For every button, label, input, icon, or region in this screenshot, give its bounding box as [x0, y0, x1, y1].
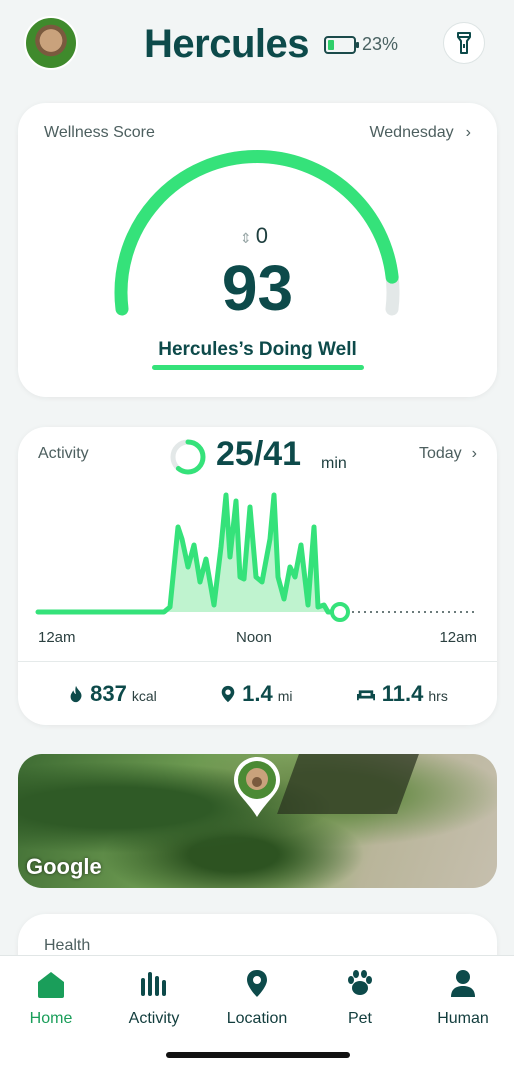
tab-activity-label: Activity [128, 1010, 180, 1027]
pet-avatar[interactable] [24, 16, 78, 70]
tick-start: 12am [38, 629, 76, 646]
tick-noon: Noon [236, 629, 272, 646]
flashlight-icon [457, 32, 471, 54]
up-down-arrow-icon: ⇕ [240, 230, 252, 246]
tab-activity[interactable]: Activity [104, 966, 204, 1028]
tab-location-label: Location [226, 1010, 288, 1027]
paw-icon [348, 970, 372, 995]
tab-pet[interactable]: Pet [310, 966, 410, 1028]
person-icon [451, 970, 475, 997]
header: Hercules 23% [0, 0, 514, 90]
distance-unit: mi [277, 688, 293, 704]
battery-status: 23% [324, 34, 398, 55]
home-icon [38, 972, 64, 998]
health-label: Health [44, 937, 91, 954]
score-change: ⇕ 0 [240, 223, 268, 249]
activity-bars-icon [141, 972, 166, 996]
calories-value: 837 [90, 681, 127, 706]
score-change-value: 0 [255, 223, 268, 248]
distance-value: 1.4 [242, 681, 273, 706]
home-indicator [166, 1052, 350, 1058]
location-pin-icon [221, 685, 235, 703]
tab-human[interactable]: Human [413, 966, 513, 1028]
location-map[interactable]: Google [18, 754, 497, 888]
activity-card[interactable]: Activity 25/41 min Today › 12am Noon 12a… [18, 427, 497, 725]
pet-location-pin[interactable] [232, 755, 282, 819]
google-attribution: Google [26, 854, 102, 879]
divider [18, 661, 497, 662]
flame-icon [70, 685, 82, 703]
tab-pet-label: Pet [347, 1010, 372, 1027]
wellness-status: Hercules’s Doing Well [158, 339, 357, 360]
tab-home[interactable]: Home [1, 966, 101, 1028]
calories-unit: kcal [131, 688, 157, 704]
couch-icon [356, 690, 375, 701]
wellness-card[interactable]: Wellness Score Wednesday › ⇕ 0 93 Hercule… [18, 103, 497, 397]
tab-location[interactable]: Location [207, 966, 307, 1028]
battery-icon [324, 35, 359, 54]
rest-value: 11.4 [381, 681, 424, 706]
tab-human-label: Human [437, 1010, 489, 1027]
pet-name-title: Hercules [144, 22, 309, 66]
flashlight-button[interactable] [443, 22, 485, 64]
activity-stats: 837 kcal 1.4 mi 11.4 hrs [18, 681, 497, 707]
activity-chart [35, 492, 474, 622]
calories-stat: 837 kcal [67, 681, 157, 707]
tick-end: 12am [439, 629, 477, 646]
wellness-score: 93 [221, 252, 294, 324]
rest-stat: 11.4 hrs [355, 681, 448, 707]
map-terrain [277, 754, 419, 814]
status-underline [152, 365, 364, 370]
battery-percent: 23% [362, 34, 399, 54]
location-pin-icon [247, 970, 267, 997]
tab-home-label: Home [29, 1010, 73, 1027]
rest-unit: hrs [428, 688, 448, 704]
distance-stat: 1.4 mi [219, 681, 292, 707]
